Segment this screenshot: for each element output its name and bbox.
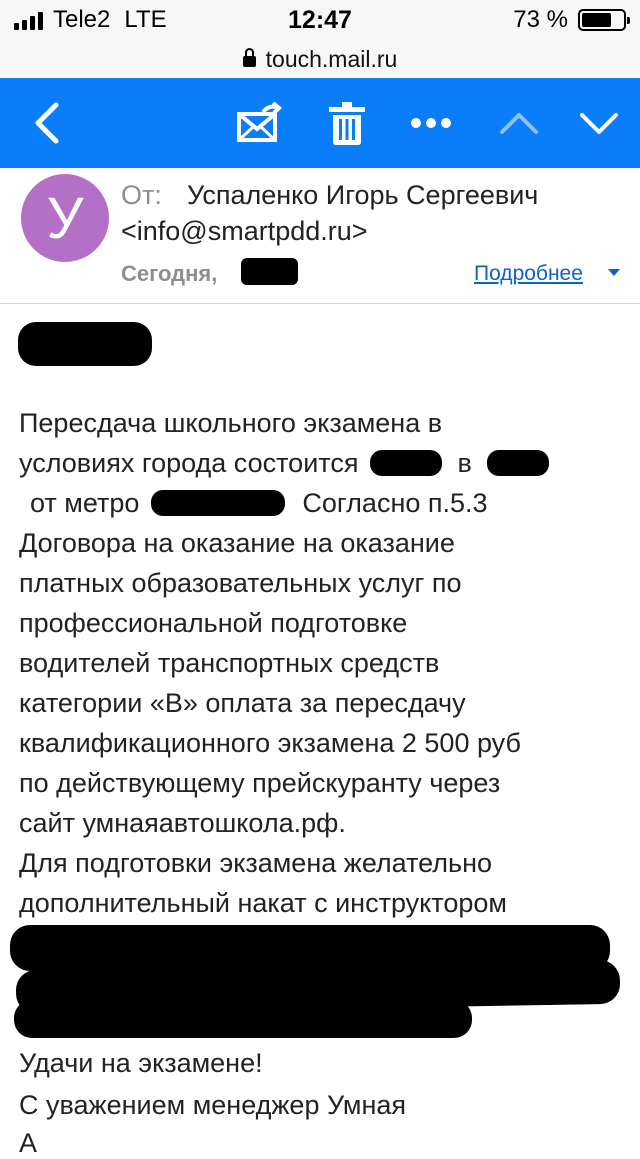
body-text: от метро (30, 488, 140, 518)
sender-name[interactable]: Успаленко Игорь Сергеевич (187, 180, 538, 211)
sender-email[interactable]: <info@smartpdd.ru> (121, 216, 368, 247)
redacted-time (241, 258, 298, 285)
chevron-down-icon (580, 113, 618, 134)
status-bar: Tele2 LTE 12:47 73 % (0, 0, 640, 40)
body-text: условиях города состоится (19, 448, 359, 478)
body-line: сайт умнаяавтошкола.рф. (19, 808, 346, 838)
body-line: категории «В» оплата за пересдачу (19, 688, 466, 718)
battery-icon (578, 9, 630, 31)
more-button[interactable] (404, 78, 458, 168)
trash-icon (329, 102, 365, 145)
mail-toolbar (0, 78, 640, 168)
caret-down-icon[interactable] (608, 269, 620, 276)
body-line: дополнительный накат с инструктором (19, 888, 507, 918)
body-line: Пересдача школьного экзамена в (19, 408, 443, 438)
battery-fill (582, 13, 611, 27)
redacted-date (369, 450, 442, 476)
status-right: 73 % (513, 6, 630, 34)
redacted-metro (150, 490, 285, 516)
body-line: С уважением менеджер Умная (19, 1090, 407, 1120)
body-text: в (457, 448, 472, 478)
redacted-place (487, 450, 550, 476)
body-line: водителей транспортных средств (19, 648, 440, 678)
body-line: Договора на оказание на оказание (19, 528, 455, 558)
previous-message-button[interactable] (492, 78, 546, 168)
body-line: Удачи на экзамене! (19, 1048, 263, 1078)
body-line: от метро Согласно п.5.3 (30, 488, 488, 519)
details-link[interactable]: Подробнее (474, 262, 583, 286)
envelope-move-icon (237, 102, 282, 142)
body-line: профессиональной подготовке (19, 608, 408, 638)
chevron-left-icon (35, 102, 59, 144)
body-line: по действующему прейскуранту через (19, 768, 501, 798)
next-message-button[interactable] (572, 78, 626, 168)
url-bar[interactable]: touch.mail.ru (0, 40, 640, 78)
body-text: Согласно п.5.3 (302, 488, 488, 518)
avatar[interactable]: У (21, 174, 109, 262)
move-button[interactable] (228, 78, 288, 168)
header-divider (0, 303, 640, 304)
redacted-text (14, 1000, 472, 1038)
from-label: От: (121, 180, 162, 210)
lock-icon (242, 48, 256, 67)
redacted-greeting (18, 322, 152, 366)
chevron-up-icon (500, 113, 538, 134)
date-label: Сегодня, (121, 261, 218, 286)
body-line: платных образовательных услуг по (19, 568, 462, 598)
body-line: А (19, 1128, 38, 1158)
battery-percent: 73 % (513, 6, 568, 33)
body-line: квалификационного экзамена 2 500 руб (19, 728, 521, 758)
body-line: условиях города состоится в (19, 448, 550, 479)
delete-button[interactable] (320, 78, 374, 168)
back-button[interactable] (22, 78, 72, 168)
url-text: touch.mail.ru (265, 45, 398, 72)
more-dots-icon (411, 118, 451, 128)
body-line: Для подготовки экзамена желательно (19, 848, 493, 878)
